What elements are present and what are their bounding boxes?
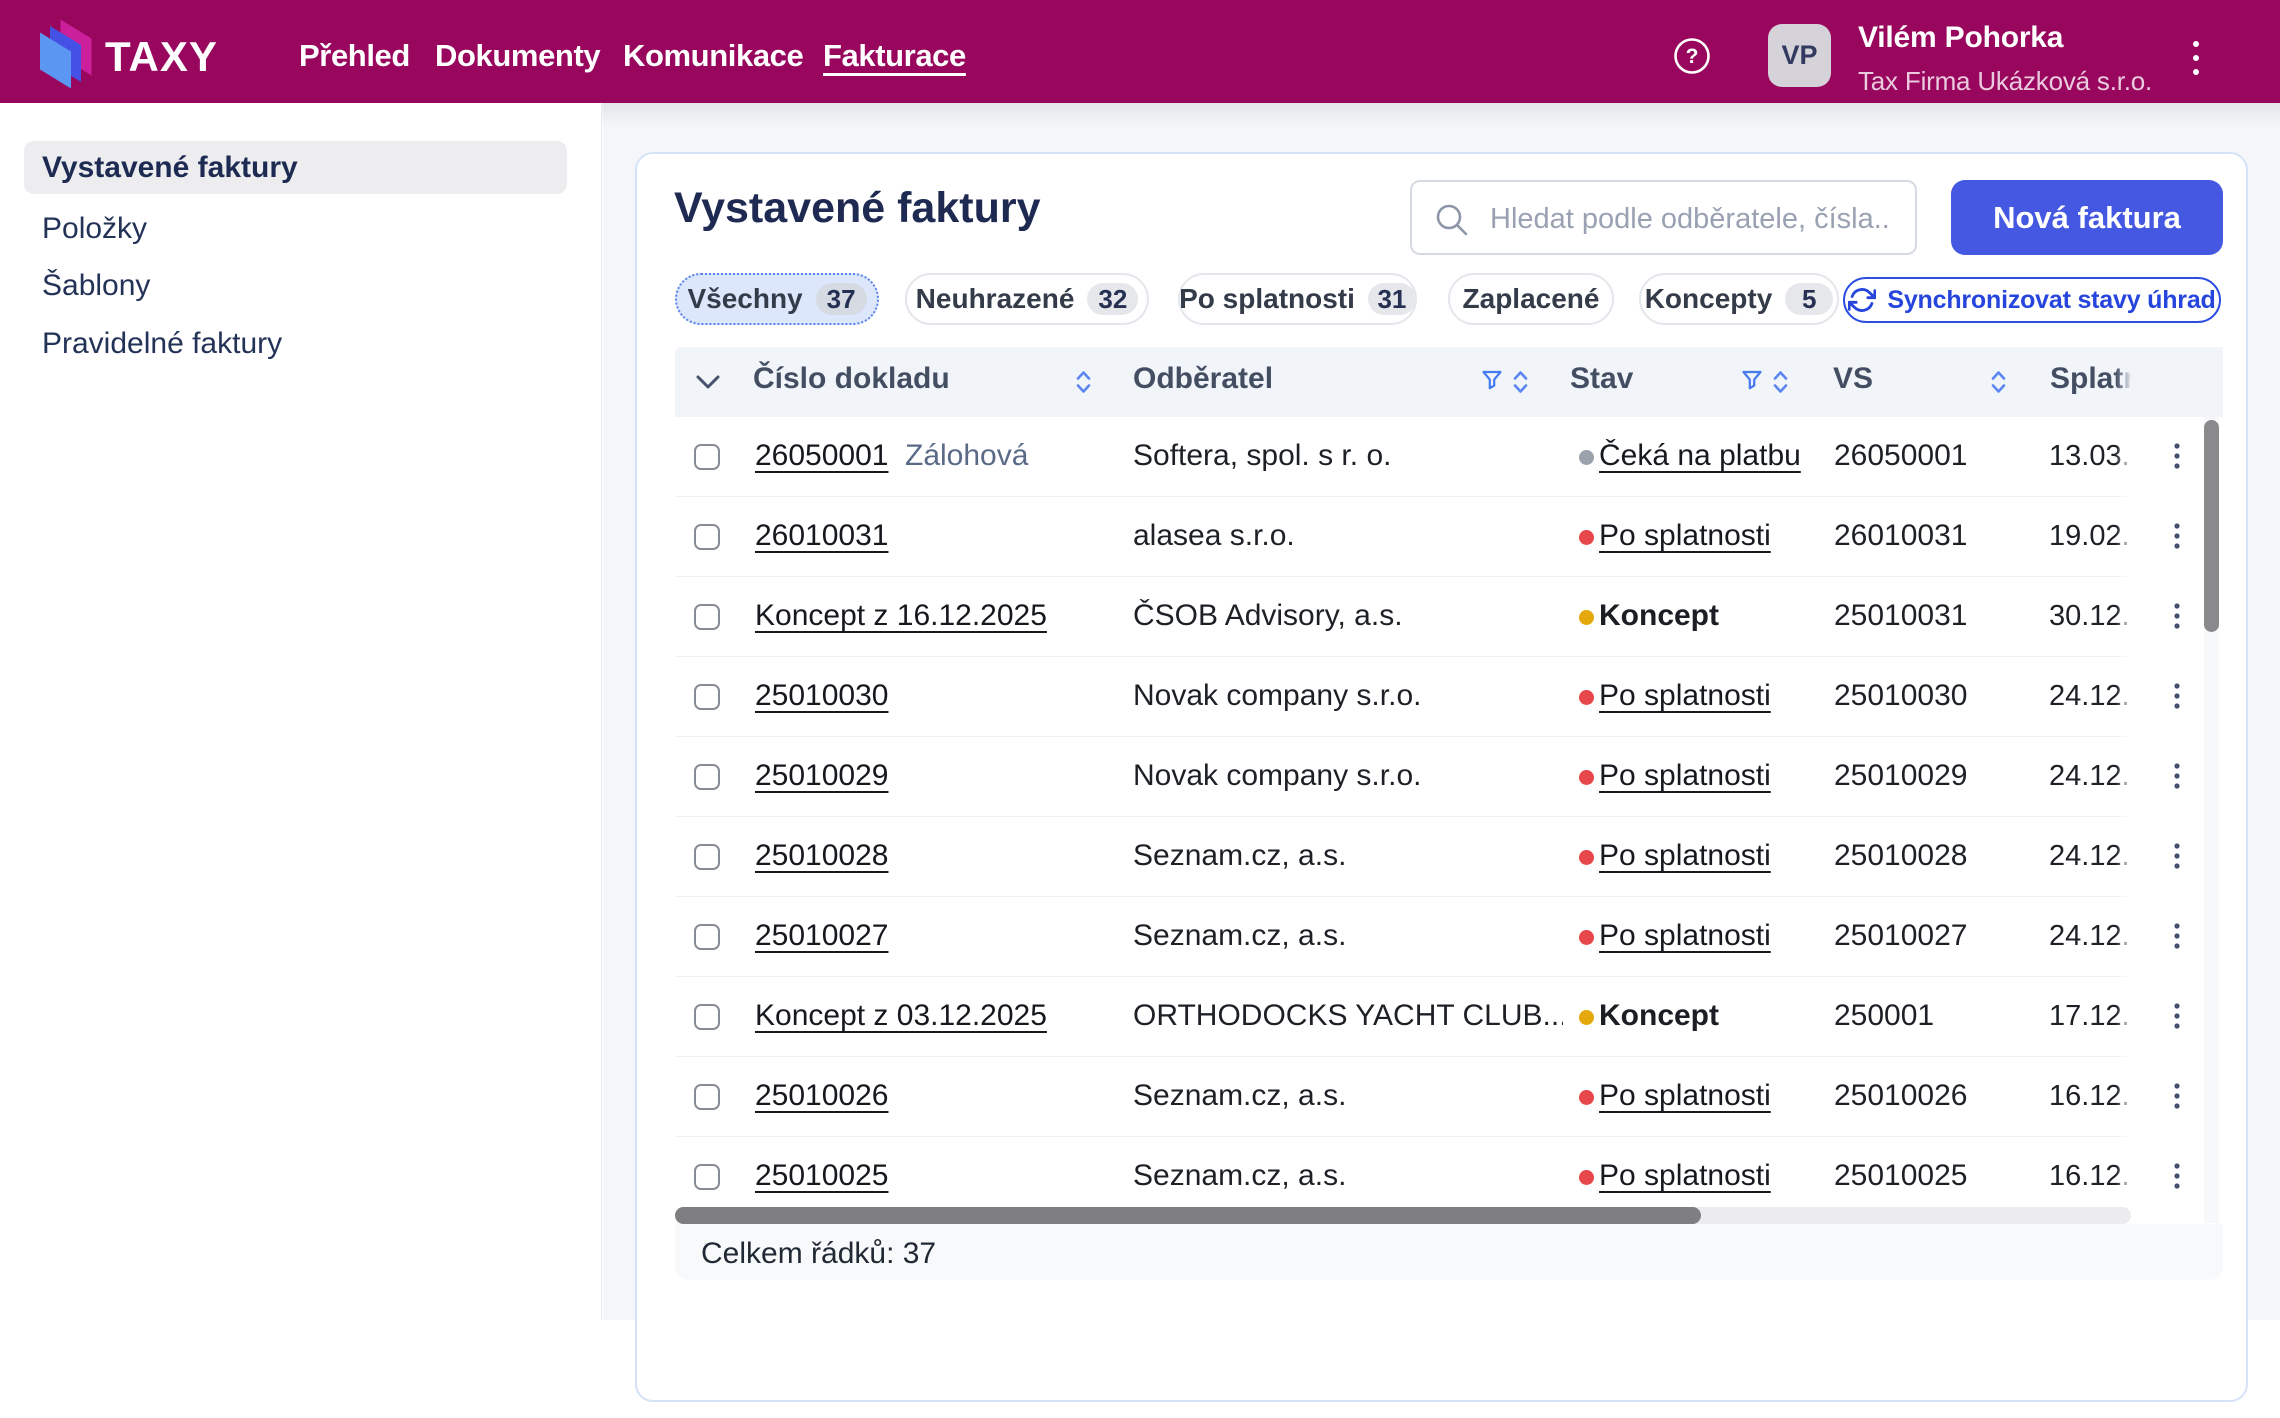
svg-text:?: ?	[1686, 45, 1699, 68]
